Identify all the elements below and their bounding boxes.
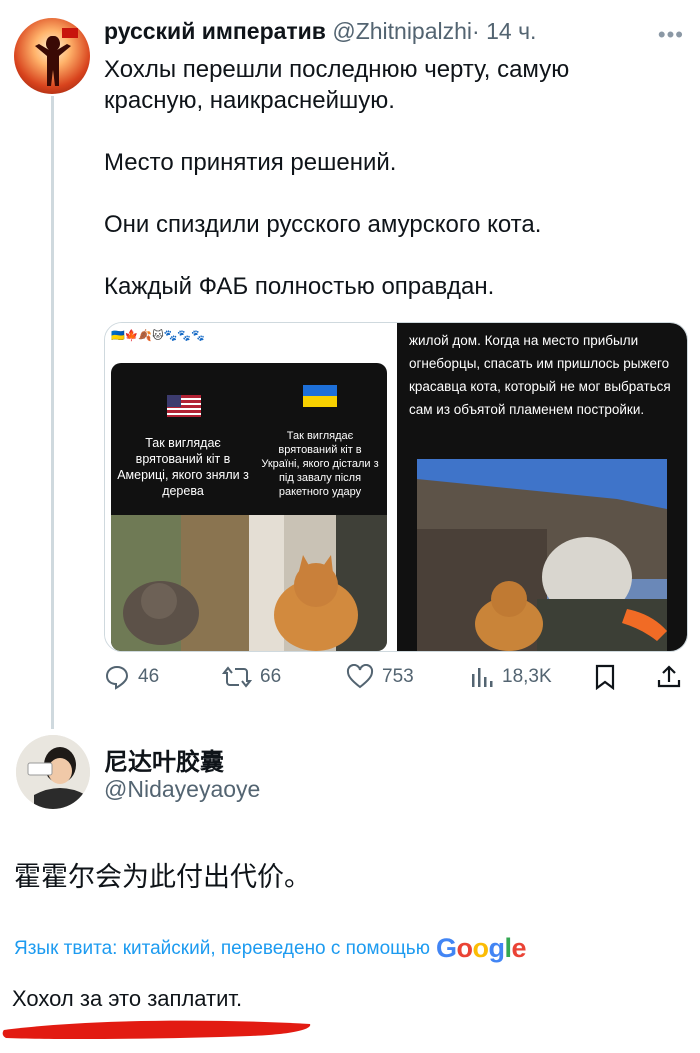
tweet-time[interactable]: 14 ч. [486, 18, 536, 44]
tweet-media[interactable]: 🇺🇦🍁🍂🐱🐾🐾🐾 Так виглядає врятований кіт в А… [104, 322, 688, 652]
bookmark-icon [595, 664, 615, 690]
author-avatar[interactable] [14, 18, 90, 94]
translation-label: Язык твита: китайский, переведено с помо… [14, 938, 430, 959]
emoji-row: 🇺🇦🍁🍂🐱🐾🐾🐾 [111, 330, 205, 342]
reply-button[interactable]: 46 [104, 664, 159, 690]
reply-author-avatar[interactable] [16, 735, 90, 809]
comparison-card: Так виглядає врятований кіт в Америці, я… [111, 363, 387, 651]
thread-line [51, 96, 54, 729]
share-button[interactable] [656, 664, 690, 690]
share-icon [657, 665, 681, 688]
tweet-header: русский императив @Zhitnipalzhi· 14 ч. [104, 18, 536, 45]
like-button[interactable]: 753 [346, 664, 414, 690]
firefighter-photo [417, 459, 667, 651]
reply-author-handle[interactable]: @Nidayeyaoye [104, 776, 260, 803]
reply-icon [105, 665, 129, 690]
bookmark-button[interactable] [594, 664, 624, 690]
ukraine-flag-icon [303, 385, 337, 407]
tweet-text: Хохлы перешли последнюю черту, самую кра… [104, 54, 664, 333]
reply-count: 46 [138, 666, 160, 687]
more-dots-icon[interactable]: ••• [658, 22, 684, 48]
cat-photos [111, 515, 387, 651]
tweet-paragraph: Они спиздили русского амурского кота. [104, 211, 542, 238]
google-logo: Google [435, 933, 527, 963]
reply-text: 霍霍尔会为此付出代价。 [14, 862, 311, 893]
caption-ukraine: Так виглядає врятований кіт в Україні, я… [261, 430, 379, 498]
media-image-right[interactable]: жилой дом. Когда на место прибыли огнебо… [397, 323, 687, 651]
author-name[interactable]: русский императив [104, 18, 326, 44]
reply-author-name[interactable]: 尼达叶胶囊 [104, 742, 224, 777]
tweet-paragraph: Хохлы перешли последнюю черту, самую кра… [104, 56, 570, 114]
tweet-paragraph: Место принятия решений. [104, 149, 397, 176]
us-flag-icon [167, 395, 201, 417]
retweet-icon [222, 666, 252, 688]
heart-icon [346, 664, 374, 689]
news-caption: жилой дом. Когда на место прибыли огнебо… [409, 333, 671, 417]
red-underline-annotation [2, 1020, 311, 1040]
tweet-actions: 46 66 753 18,3K [104, 664, 684, 698]
tweet-paragraph: Каждый ФАБ полностью оправдан. [104, 273, 495, 300]
caption-america: Так виглядає врятований кіт в Америці, я… [117, 436, 249, 498]
translated-text: Хохол за это заплатит. [12, 986, 243, 1011]
retweet-button[interactable]: 66 [222, 664, 281, 690]
views-icon [472, 668, 493, 687]
media-image-left[interactable]: 🇺🇦🍁🍂🐱🐾🐾🐾 Так виглядає врятований кіт в А… [105, 323, 395, 651]
author-handle[interactable]: @Zhitnipalzhi [332, 18, 472, 44]
views-count: 18,3K [502, 666, 552, 687]
like-count: 753 [382, 666, 414, 687]
separator: · [472, 18, 480, 44]
translation-note[interactable]: Язык твита: китайский, переведено с помо… [14, 933, 527, 964]
retweet-count: 66 [260, 666, 282, 687]
views-button[interactable]: 18,3K [470, 664, 552, 690]
